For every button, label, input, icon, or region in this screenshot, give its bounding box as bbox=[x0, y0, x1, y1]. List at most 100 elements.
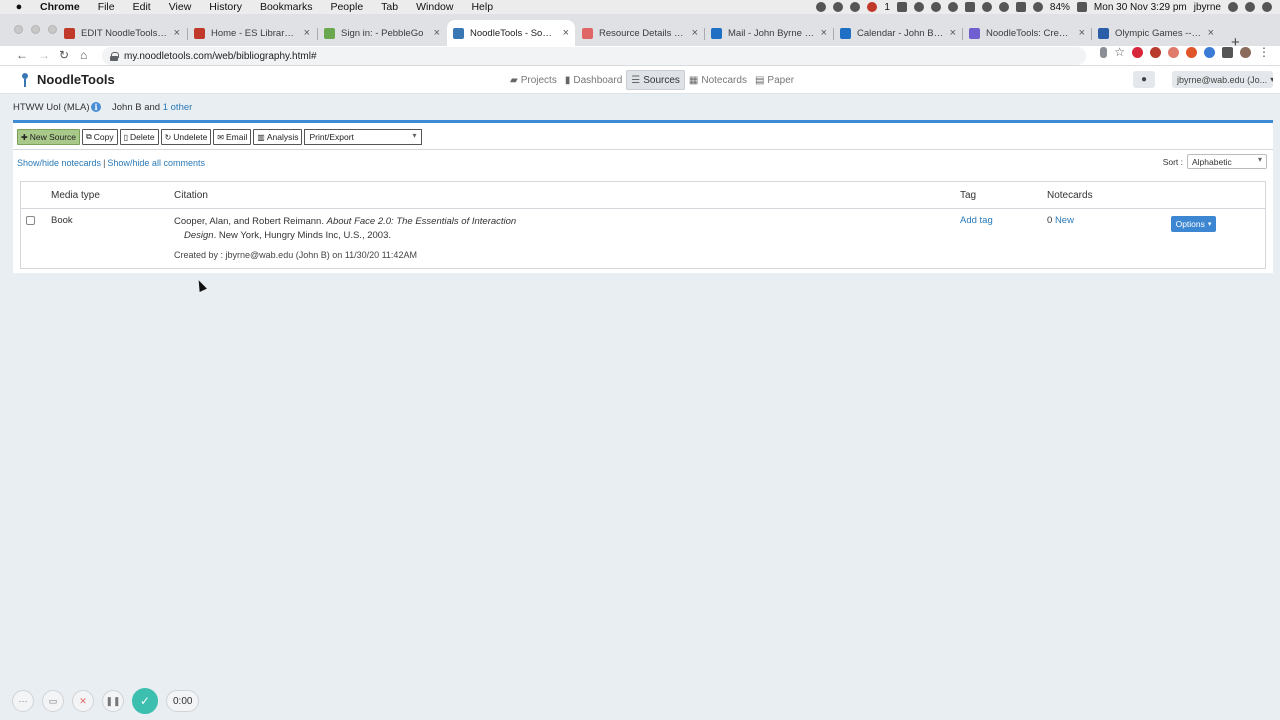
lock-icon[interactable] bbox=[110, 51, 119, 61]
nav-sources[interactable]: ☰ Sources bbox=[626, 70, 685, 90]
tab-close-icon[interactable]: × bbox=[563, 27, 569, 39]
email-button[interactable]: ✉ Email bbox=[213, 129, 252, 145]
nav-projects[interactable]: ▰ Projects bbox=[506, 70, 561, 90]
browser-tab[interactable]: Olympic Games -- Brit × bbox=[1092, 20, 1220, 46]
volume-icon[interactable] bbox=[1032, 2, 1043, 12]
finish-recording-check-icon[interactable]: ✓ bbox=[132, 688, 158, 714]
noodletools-logo[interactable]: NoodleTools bbox=[19, 72, 115, 87]
menu-history[interactable]: History bbox=[200, 1, 251, 13]
extension-icon[interactable] bbox=[1168, 47, 1179, 58]
tab-close-icon[interactable]: × bbox=[434, 27, 440, 39]
browser-tab[interactable]: Home - ES Library - Li × bbox=[188, 20, 316, 46]
menu-bookmarks[interactable]: Bookmarks bbox=[251, 1, 322, 13]
user-menu-button[interactable]: jbyrne@wab.edu (Jo... ▾ bbox=[1172, 71, 1273, 88]
status-app-icon[interactable] bbox=[850, 2, 861, 12]
home-icon[interactable]: ⌂ bbox=[80, 48, 87, 62]
toggle-notecards-link[interactable]: Show/hide notecards bbox=[17, 158, 101, 168]
browser-tab[interactable]: Mail - John Byrne - Ou × bbox=[705, 20, 833, 46]
header-tag[interactable]: Tag bbox=[960, 190, 976, 201]
delete-button[interactable]: ▯ Delete bbox=[119, 129, 159, 145]
menu-app-name[interactable]: Chrome bbox=[26, 1, 89, 13]
user-name[interactable]: jbyrne bbox=[1194, 2, 1221, 13]
analysis-button[interactable]: ▥ Analysis bbox=[253, 129, 303, 145]
menu-help[interactable]: Help bbox=[462, 1, 502, 13]
minimize-window-button[interactable] bbox=[31, 25, 40, 34]
undelete-button[interactable]: ↻ Undelete bbox=[160, 129, 212, 145]
more-options-icon[interactable]: ··· bbox=[12, 690, 34, 712]
browser-tab[interactable]: Sign in: - PebbleGo × bbox=[318, 20, 446, 46]
tab-close-icon[interactable]: × bbox=[1079, 27, 1085, 39]
header-media-type[interactable]: Media type bbox=[51, 190, 100, 201]
other-members-link[interactable]: 1 other bbox=[163, 102, 193, 113]
menu-file[interactable]: File bbox=[89, 1, 124, 13]
pinterest-extension-icon[interactable] bbox=[1132, 47, 1143, 58]
tab-close-icon[interactable]: × bbox=[304, 27, 310, 39]
apple-icon[interactable]: ● bbox=[12, 1, 26, 13]
new-notecard-link[interactable]: New bbox=[1055, 215, 1074, 226]
print-export-select[interactable]: Print/Export bbox=[304, 129, 423, 145]
browser-tab[interactable]: Resource Details - We × bbox=[576, 20, 704, 46]
input-source-icon[interactable] bbox=[1015, 2, 1026, 12]
airplay-icon[interactable] bbox=[964, 2, 975, 12]
siri-icon[interactable] bbox=[1245, 2, 1255, 12]
citation-text[interactable]: Cooper, Alan, and Robert Reimann. About … bbox=[174, 215, 534, 243]
add-tag-link[interactable]: Add tag bbox=[960, 215, 993, 226]
status-app-icon[interactable] bbox=[833, 2, 844, 12]
chat-button[interactable]: ● bbox=[1133, 71, 1155, 88]
row-checkbox[interactable] bbox=[26, 216, 35, 225]
menu-edit[interactable]: Edit bbox=[124, 1, 160, 13]
menu-people[interactable]: People bbox=[321, 1, 372, 13]
header-citation[interactable]: Citation bbox=[174, 190, 208, 201]
sort-select[interactable]: Alphabetic bbox=[1187, 154, 1267, 169]
extension-icon[interactable] bbox=[1150, 47, 1161, 58]
extensions-puzzle-icon[interactable] bbox=[1222, 47, 1233, 58]
control-center-icon[interactable] bbox=[1262, 2, 1272, 12]
battery-icon[interactable] bbox=[1076, 2, 1087, 12]
notification-icon[interactable] bbox=[867, 2, 878, 12]
tab-close-icon[interactable]: × bbox=[692, 27, 698, 39]
header-notecards[interactable]: Notecards bbox=[1047, 190, 1093, 201]
options-button[interactable]: Options ▾ bbox=[1171, 216, 1216, 232]
profile-avatar[interactable] bbox=[1240, 47, 1251, 58]
camera-icon[interactable]: ▭ bbox=[42, 690, 64, 712]
menu-tab[interactable]: Tab bbox=[372, 1, 407, 13]
tab-close-icon[interactable]: × bbox=[174, 27, 180, 39]
forward-arrow-icon[interactable]: → bbox=[38, 48, 50, 62]
close-window-button[interactable] bbox=[14, 25, 23, 34]
wifi-icon[interactable] bbox=[998, 2, 1009, 12]
back-arrow-icon[interactable]: ← bbox=[16, 48, 28, 62]
nav-notecards[interactable]: ▦ Notecards bbox=[685, 70, 751, 90]
url-bar[interactable]: my.noodletools.com/web/bibliography.html… bbox=[102, 47, 1086, 65]
nav-dashboard[interactable]: ▮ Dashboard bbox=[561, 70, 626, 90]
clock[interactable]: Mon 30 Nov 3:29 pm bbox=[1094, 2, 1187, 13]
extension-icon[interactable] bbox=[1186, 47, 1197, 58]
microphone-icon[interactable] bbox=[816, 2, 827, 12]
status-app-icon[interactable] bbox=[896, 2, 907, 12]
new-source-button[interactable]: ✚ New Source bbox=[17, 129, 81, 145]
menu-view[interactable]: View bbox=[160, 1, 201, 13]
browser-tab[interactable]: EDIT NoodleTools - ES × bbox=[58, 20, 186, 46]
extension-icon[interactable] bbox=[1204, 47, 1215, 58]
pause-icon[interactable]: ❚❚ bbox=[102, 690, 124, 712]
toggle-comments-link[interactable]: Show/hide all comments bbox=[107, 158, 205, 168]
microphone-icon[interactable] bbox=[1100, 47, 1108, 58]
info-icon[interactable]: i bbox=[91, 102, 101, 112]
nav-paper[interactable]: ▤ Paper bbox=[751, 70, 798, 90]
reload-icon[interactable]: ↻ bbox=[59, 48, 69, 62]
copy-button[interactable]: ⧉ Copy bbox=[82, 129, 118, 145]
browser-tab[interactable]: Calendar - John Byrne × bbox=[834, 20, 962, 46]
zoom-window-button[interactable] bbox=[48, 25, 57, 34]
tab-close-icon[interactable]: × bbox=[1208, 27, 1214, 39]
cancel-recording-icon[interactable]: ✕ bbox=[72, 690, 94, 712]
browser-tab[interactable]: NoodleTools - Sources × bbox=[447, 20, 575, 46]
bluetooth-icon[interactable] bbox=[981, 2, 992, 12]
bookmark-star-icon[interactable]: ☆ bbox=[1114, 46, 1125, 58]
chrome-menu-icon[interactable]: ⋮ bbox=[1258, 46, 1270, 58]
tab-close-icon[interactable]: × bbox=[821, 27, 827, 39]
time-machine-icon[interactable] bbox=[947, 2, 958, 12]
menu-window[interactable]: Window bbox=[407, 1, 462, 13]
status-app-icon[interactable] bbox=[930, 2, 941, 12]
spotlight-search-icon[interactable] bbox=[1228, 2, 1238, 12]
browser-tab[interactable]: NoodleTools: Create Pr × bbox=[963, 20, 1091, 46]
dropbox-icon[interactable] bbox=[913, 2, 924, 12]
